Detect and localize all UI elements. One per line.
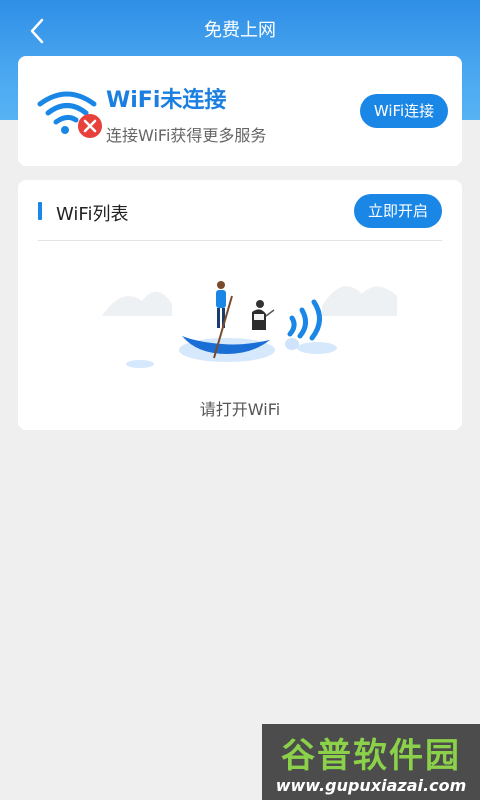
wifi-list-card: WiFi列表 立即开启 请打开WiFi <box>18 180 462 430</box>
watermark-title: 谷普软件园 <box>281 736 461 776</box>
divider <box>38 240 442 241</box>
open-wifi-button[interactable]: 立即开启 <box>354 194 442 228</box>
wifi-list-title: WiFi列表 <box>56 204 129 225</box>
page-title: 免费上网 <box>204 20 276 41</box>
wifi-status-subtitle: 连接WiFi获得更多服务 <box>106 126 267 145</box>
wifi-disconnected-icon <box>37 91 102 138</box>
watermark-banner: 谷普软件园 www.gupuxiazai.com <box>262 724 480 800</box>
watermark-url: www.gupuxiazai.com <box>275 776 467 795</box>
wifi-status-card: WiFi未连接 连接WiFi获得更多服务 WiFi连接 <box>18 56 462 166</box>
wifi-connect-button[interactable]: WiFi连接 <box>360 94 448 128</box>
boat-with-people-wifi-illustration <box>102 281 397 368</box>
wifi-empty-text: 请打开WiFi <box>199 400 281 419</box>
section-accent-bar <box>38 202 42 220</box>
wifi-status-title: WiFi未连接 <box>106 88 227 113</box>
